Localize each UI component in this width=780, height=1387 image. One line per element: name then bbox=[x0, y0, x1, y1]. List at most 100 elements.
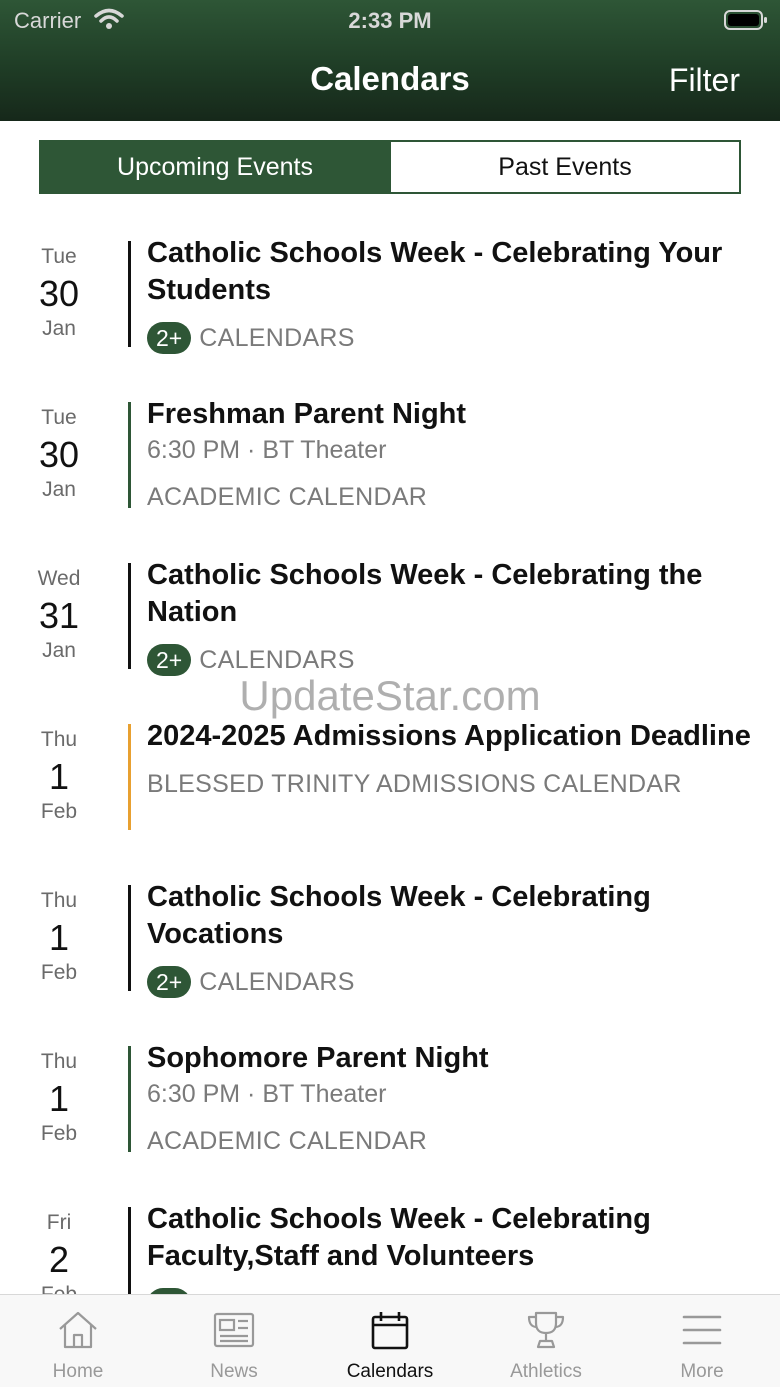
tab-news[interactable]: News bbox=[156, 1295, 312, 1387]
event-month: Feb bbox=[40, 1283, 78, 1295]
event-row[interactable]: Wed 31 Jan Catholic Schools Week - Celebrat… bbox=[0, 547, 780, 708]
news-icon bbox=[212, 1309, 256, 1351]
event-weekday: Thu bbox=[40, 728, 78, 751]
status-time: 2:33 PM bbox=[348, 8, 432, 33]
event-title: Catholic Schools Week - Celebrating Your… bbox=[147, 237, 723, 306]
event-content: Catholic Schools Week - Celebrating Facu… bbox=[147, 1201, 767, 1295]
event-day: 1 bbox=[48, 917, 70, 958]
event-date: Tue 30 Jan bbox=[0, 243, 118, 343]
event-date: Thu 1 Feb bbox=[0, 887, 118, 987]
event-month: Jan bbox=[42, 317, 76, 340]
event-title: Catholic Schools Week - Celebrating Voca… bbox=[147, 881, 651, 950]
event-month: Jan bbox=[42, 639, 76, 662]
event-day: 2 bbox=[48, 1239, 70, 1280]
tab-label: News bbox=[210, 1361, 258, 1382]
event-list[interactable]: Tue 30 Jan Catholic Schools Week - Celebrat… bbox=[0, 225, 780, 1295]
event-row[interactable]: Tue 30 Jan Catholic Schools Week - Celebrat… bbox=[0, 225, 780, 386]
event-weekday: Wed bbox=[37, 567, 81, 590]
event-weekday: Thu bbox=[40, 1050, 78, 1073]
event-day: 31 bbox=[38, 595, 80, 636]
event-date: Tue 30 Jan bbox=[0, 404, 118, 504]
status-bar: Carrier 2:33 PM bbox=[0, 0, 780, 40]
event-calendar-row: 2+CALENDARS bbox=[147, 643, 767, 677]
tab-label: Home bbox=[52, 1361, 104, 1382]
event-weekday: Tue bbox=[41, 245, 77, 268]
event-time-location: 6:30 PM · BT Theater bbox=[147, 436, 387, 464]
event-time-segmented-control: Upcoming Events Past Events bbox=[39, 140, 741, 194]
event-day: 30 bbox=[38, 273, 80, 314]
calendar-count-badge: 2+ bbox=[147, 966, 192, 998]
event-title: Catholic Schools Week - Celebrating the … bbox=[147, 559, 703, 628]
event-calendar-row: ACADEMIC CALENDAR bbox=[147, 480, 767, 514]
event-row[interactable]: Thu 1 Feb Sophomore Parent Night 6:30 PM · B… bbox=[0, 1030, 780, 1191]
calendar-color-bar bbox=[128, 885, 131, 991]
calendar-color-bar bbox=[128, 724, 131, 830]
event-content: Sophomore Parent Night 6:30 PM · BT Theat… bbox=[147, 1040, 767, 1158]
event-month: Jan bbox=[42, 478, 76, 501]
event-day: 1 bbox=[48, 756, 70, 797]
event-day: 1 bbox=[48, 1078, 70, 1119]
event-row[interactable]: Tue 30 Jan Freshman Parent Night 6:30 PM · B… bbox=[0, 386, 780, 547]
event-content: Freshman Parent Night 6:30 PM · BT Theate… bbox=[147, 396, 767, 514]
event-month: Feb bbox=[40, 800, 78, 823]
event-content: Catholic Schools Week - Celebrating Voca… bbox=[147, 879, 767, 999]
event-calendar-row: 2+CALENDARS bbox=[147, 321, 767, 355]
calendar-icon bbox=[368, 1309, 412, 1351]
tab-athletics[interactable]: Athletics bbox=[468, 1295, 624, 1387]
event-month: Feb bbox=[40, 1122, 78, 1145]
event-calendar-label: CALENDARS bbox=[199, 967, 355, 996]
app-screen: Carrier 2:33 PM Calendars Filter Upcomin… bbox=[0, 0, 780, 1387]
event-row[interactable]: Thu 1 Feb Catholic Schools Week - Celebrati… bbox=[0, 869, 780, 1030]
tab-calendars[interactable]: Calendars bbox=[312, 1295, 468, 1387]
calendar-count-badge: 2+ bbox=[147, 644, 192, 676]
event-weekday: Thu bbox=[40, 889, 78, 912]
tab-label: Athletics bbox=[510, 1361, 582, 1382]
tab-home[interactable]: Home bbox=[0, 1295, 156, 1387]
tab-bar: Home News Calendars Athletics More bbox=[0, 1294, 780, 1387]
event-title: Catholic Schools Week - Celebrating Facu… bbox=[147, 1203, 651, 1272]
event-calendar-label: CALENDARS bbox=[199, 645, 355, 674]
menu-icon bbox=[680, 1309, 724, 1351]
calendar-color-bar bbox=[128, 563, 131, 669]
event-date: Wed 31 Jan bbox=[0, 565, 118, 665]
event-content: Catholic Schools Week - Celebrating the … bbox=[147, 557, 767, 677]
calendar-count-badge: 2+ bbox=[147, 322, 192, 354]
calendar-color-bar bbox=[128, 1046, 131, 1152]
battery-icon bbox=[724, 10, 767, 30]
event-row[interactable]: Thu 1 Feb 2024-2025 Admissions Application … bbox=[0, 708, 780, 869]
event-date: Thu 1 Feb bbox=[0, 726, 118, 826]
event-calendar-label: ACADEMIC CALENDAR bbox=[147, 1126, 428, 1155]
event-title: Sophomore Parent Night bbox=[147, 1042, 489, 1074]
event-calendar-row: ACADEMIC CALENDAR bbox=[147, 1124, 767, 1158]
upcoming-events-tab[interactable]: Upcoming Events bbox=[41, 142, 389, 192]
navigation-header: Carrier 2:33 PM Calendars Filter bbox=[0, 0, 780, 121]
event-day: 30 bbox=[38, 434, 80, 475]
event-calendar-label: BLESSED TRINITY ADMISSIONS CALENDAR bbox=[147, 769, 682, 798]
event-weekday: Fri bbox=[46, 1211, 72, 1234]
calendar-color-bar bbox=[128, 1207, 131, 1295]
event-title: Freshman Parent Night bbox=[147, 398, 467, 430]
event-content: 2024-2025 Admissions Application Deadlin… bbox=[147, 718, 767, 801]
past-events-tab[interactable]: Past Events bbox=[389, 142, 739, 192]
event-time-location: 6:30 PM · BT Theater bbox=[147, 1080, 387, 1108]
event-weekday: Tue bbox=[41, 406, 77, 429]
event-calendar-row: 2+CALENDARS bbox=[147, 965, 767, 999]
event-month: Feb bbox=[40, 961, 78, 984]
filter-button[interactable]: Filter bbox=[669, 62, 740, 99]
trophy-icon bbox=[524, 1309, 568, 1351]
event-date: Thu 1 Feb bbox=[0, 1048, 118, 1148]
event-calendar-label: CALENDARS bbox=[199, 323, 355, 352]
event-calendar-row: BLESSED TRINITY ADMISSIONS CALENDAR bbox=[147, 767, 767, 801]
tab-more[interactable]: More bbox=[624, 1295, 780, 1387]
event-title: 2024-2025 Admissions Application Deadlin… bbox=[147, 720, 751, 752]
calendar-color-bar bbox=[128, 402, 131, 508]
event-content: Catholic Schools Week - Celebrating Your… bbox=[147, 235, 767, 355]
event-calendar-label: ACADEMIC CALENDAR bbox=[147, 482, 428, 511]
tab-label: More bbox=[680, 1361, 724, 1382]
event-date: Fri 2 Feb bbox=[0, 1209, 118, 1295]
home-icon bbox=[56, 1309, 100, 1351]
event-row[interactable]: Fri 2 Feb Catholic Schools Week - Celebrati… bbox=[0, 1191, 780, 1295]
page-title: Calendars bbox=[310, 60, 470, 97]
tab-label: Calendars bbox=[346, 1361, 434, 1382]
calendar-color-bar bbox=[128, 241, 131, 347]
